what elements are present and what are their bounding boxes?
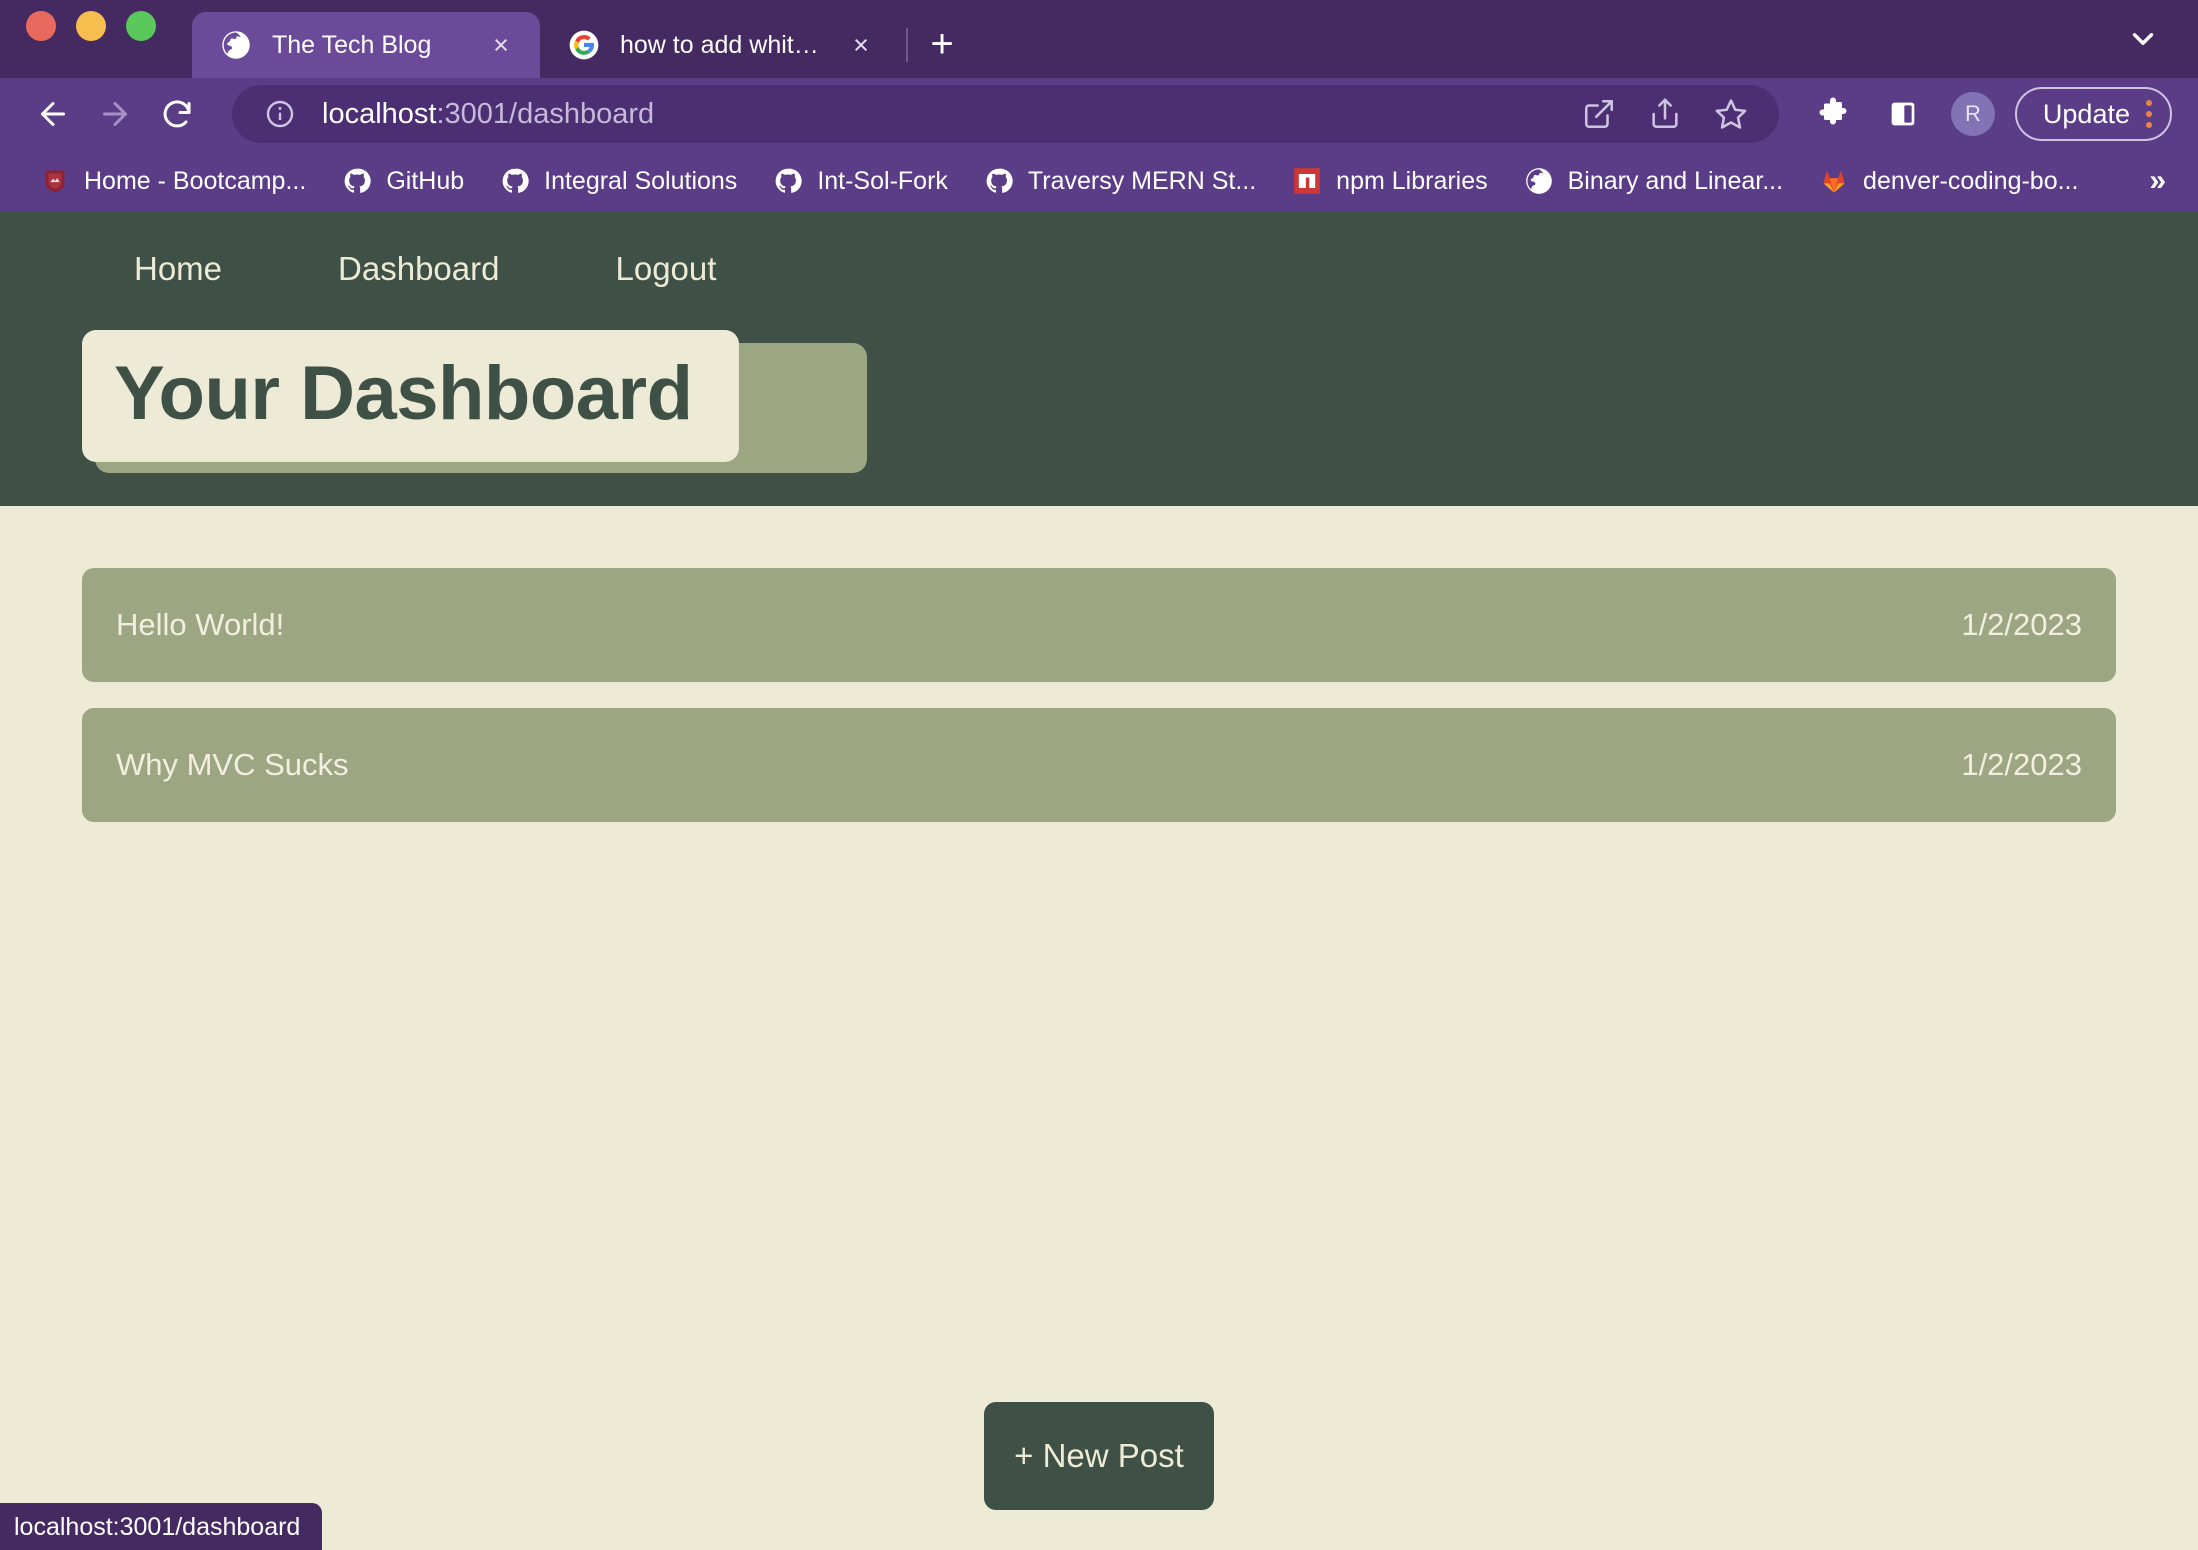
page-content: Home Dashboard Logout Your Dashboard Hel…	[0, 212, 2198, 1550]
page-title-card: Your Dashboard	[82, 330, 739, 462]
minimize-window-button[interactable]	[76, 11, 106, 41]
tab-divider	[906, 28, 908, 62]
star-icon[interactable]	[1709, 92, 1753, 136]
post-date: 1/2/2023	[1961, 606, 2082, 642]
globe-icon	[220, 29, 252, 61]
tab-title: how to add white space html -	[620, 30, 824, 59]
github-icon	[500, 166, 530, 196]
tab-strip: The Tech Blog × how to add white space h…	[0, 0, 2198, 78]
bookmark-label: Traversy MERN St...	[1027, 166, 1257, 195]
bookmark-label: Binary and Linear...	[1567, 166, 1784, 195]
crest-icon	[40, 166, 70, 196]
back-button[interactable]	[22, 83, 84, 145]
bookmark-binary-and-linear[interactable]: Binary and Linear...	[1506, 156, 1801, 206]
github-icon	[773, 166, 803, 196]
new-post-area: + New Post	[0, 1402, 2198, 1510]
status-bar: localhost:3001/dashboard	[0, 1503, 323, 1550]
update-label: Update	[2042, 98, 2130, 129]
post-list: Hello World! 1/2/2023 Why MVC Sucks 1/2/…	[0, 506, 2198, 822]
bookmark-label: denver-coding-bo...	[1863, 166, 2079, 195]
omnibox-actions	[1577, 92, 1759, 136]
close-tab-button[interactable]: ×	[844, 31, 878, 59]
update-button[interactable]: Update	[2014, 87, 2172, 141]
gitlab-icon	[1819, 166, 1849, 196]
url-host: localhost	[322, 97, 437, 130]
github-icon	[984, 166, 1014, 196]
close-window-button[interactable]	[26, 11, 56, 41]
bookmark-label: Int-Sol-Fork	[817, 166, 948, 195]
bookmark-label: Home - Bootcamp...	[84, 166, 307, 195]
bookmark-home-bootcamp[interactable]: Home - Bootcamp...	[22, 156, 324, 206]
window-controls	[26, 0, 156, 78]
post-title: Hello World!	[116, 606, 285, 642]
bookmark-denver-coding-bootcamp[interactable]: denver-coding-bo...	[1801, 156, 2096, 206]
browser-window: The Tech Blog × how to add white space h…	[0, 0, 2198, 1550]
bookmark-label: GitHub	[386, 166, 465, 195]
chevron-down-icon[interactable]	[2126, 22, 2160, 56]
npm-icon	[1292, 166, 1322, 196]
nav-item-logout[interactable]: Logout	[615, 250, 716, 288]
bookmarks-bar: Home - Bootcamp... GitHub Integral Solut…	[0, 150, 2198, 212]
github-icon	[342, 166, 372, 196]
url-path: :3001/dashboard	[436, 97, 655, 130]
maximize-window-button[interactable]	[126, 11, 156, 41]
forward-button[interactable]	[84, 83, 146, 145]
post-date: 1/2/2023	[1961, 746, 2082, 782]
share-icon[interactable]	[1643, 92, 1687, 136]
globe-icon	[1524, 166, 1554, 196]
tab-title: The Tech Blog	[272, 30, 432, 59]
bookmark-label: Integral Solutions	[544, 166, 738, 195]
address-bar[interactable]: localhost:3001/dashboard	[232, 85, 1779, 143]
bookmark-npm-libraries[interactable]: npm Libraries	[1274, 156, 1505, 206]
bookmark-integral-solutions[interactable]: Integral Solutions	[482, 156, 755, 206]
site-header: Home Dashboard Logout Your Dashboard	[0, 212, 2198, 506]
reload-button[interactable]	[146, 83, 208, 145]
tab-list: The Tech Blog × how to add white space h…	[192, 0, 970, 78]
close-tab-button[interactable]: ×	[484, 31, 518, 59]
google-icon	[568, 29, 600, 61]
post-list-item[interactable]: Why MVC Sucks 1/2/2023	[82, 707, 2116, 822]
info-circle-icon[interactable]	[258, 92, 302, 136]
page-title: Your Dashboard	[114, 351, 693, 436]
site-navigation: Home Dashboard Logout	[0, 212, 2198, 288]
tab-google-search[interactable]: how to add white space html - ×	[540, 12, 900, 78]
browser-toolbar: localhost:3001/dashboard R Update	[0, 78, 2198, 150]
nav-item-dashboard[interactable]: Dashboard	[338, 250, 499, 288]
url-text: localhost:3001/dashboard	[322, 98, 654, 131]
bookmark-github[interactable]: GitHub	[324, 156, 482, 206]
bookmarks-overflow-button[interactable]: »	[2133, 164, 2182, 198]
nav-item-home[interactable]: Home	[134, 250, 222, 288]
bookmark-int-sol-fork[interactable]: Int-Sol-Fork	[755, 156, 966, 206]
new-tab-button[interactable]: +	[914, 24, 970, 64]
open-in-new-icon[interactable]	[1577, 92, 1621, 136]
bookmark-traversy-mern[interactable]: Traversy MERN St...	[966, 156, 1274, 206]
page-title-wrapper: Your Dashboard	[0, 288, 867, 473]
puzzle-icon[interactable]	[1811, 92, 1855, 136]
toolbar-extensions: R	[1811, 92, 1995, 136]
side-panel-icon[interactable]	[1881, 92, 1925, 136]
tab-the-tech-blog[interactable]: The Tech Blog ×	[192, 12, 540, 78]
post-title: Why MVC Sucks	[116, 746, 349, 782]
profile-avatar[interactable]: R	[1950, 92, 1995, 136]
bookmark-label: npm Libraries	[1336, 166, 1488, 195]
post-list-item[interactable]: Hello World! 1/2/2023	[82, 567, 2116, 682]
new-post-button[interactable]: + New Post	[984, 1402, 1214, 1510]
kebab-menu-icon[interactable]	[2146, 100, 2152, 128]
